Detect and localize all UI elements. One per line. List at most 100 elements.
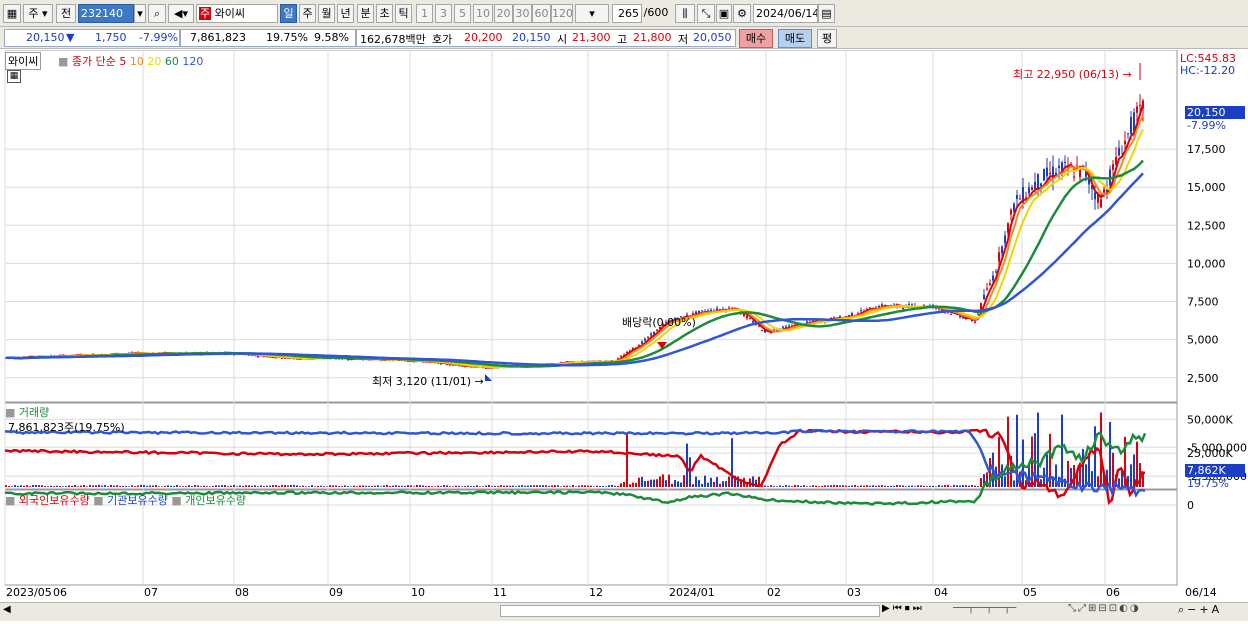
volume-bar (767, 486, 769, 487)
count-input[interactable]: 265 (612, 4, 642, 23)
interval-3[interactable]: 3 (435, 4, 452, 23)
volume-bar (953, 484, 955, 487)
interval-30[interactable]: 30 (513, 4, 532, 23)
volume-bar (779, 485, 781, 487)
bid: 20,200 (464, 31, 503, 44)
volume-bar (491, 486, 493, 487)
period-second[interactable]: 초 (376, 4, 393, 23)
volume-bar (830, 485, 832, 487)
panel-name[interactable]: 와이씨 (5, 52, 42, 70)
volume-bar (350, 486, 352, 487)
period-week[interactable]: 주 (299, 4, 316, 23)
playback-icons[interactable]: ▶⏮⏹⏭ (882, 603, 925, 614)
custom-interval-select[interactable]: ▾ (575, 4, 609, 23)
buy-button[interactable]: 매수 (739, 29, 773, 48)
table-icon[interactable]: ▦ (7, 70, 21, 83)
interval-120[interactable]: 120 (551, 4, 573, 23)
legend-square-icon: ■ (93, 494, 104, 507)
interval-20[interactable]: 20 (494, 4, 513, 23)
candle-body (989, 283, 991, 285)
date-input[interactable]: 2024/06/14 (753, 4, 818, 23)
volume-bar (179, 486, 181, 487)
candle-body (782, 326, 784, 328)
volume-bar (971, 485, 973, 487)
volume-bar (602, 486, 604, 487)
volume-bar (614, 485, 616, 487)
volume-bar (1130, 464, 1132, 487)
chevron-down-icon[interactable]: ▾ (134, 4, 146, 23)
volume-bar (530, 485, 532, 487)
volume-bar (713, 481, 715, 487)
turnover: 9.58% (314, 31, 349, 44)
volume-bar (929, 485, 931, 487)
volume-bar (788, 485, 790, 487)
volume-bar (728, 476, 730, 487)
scroll-thumb[interactable] (500, 605, 880, 617)
volume-bar (212, 485, 214, 487)
interval-60[interactable]: 60 (532, 4, 551, 23)
volume-bar (773, 486, 775, 487)
chart-area[interactable]: 2023/05 06 07 08 09 10 11 12 2024/01 02 03 04 05 06 06… (0, 49, 1248, 621)
gear-icon[interactable]: ⚙ (733, 4, 751, 23)
volume-bar (893, 485, 895, 487)
volume-bar (551, 485, 553, 487)
volume-bar (392, 485, 394, 487)
tool-icons[interactable]: ⤡⤢⊞⊟⊡◐◑ (1068, 603, 1141, 614)
holder-tick: 0 (1187, 499, 1194, 512)
calendar-icon[interactable]: ▤ (818, 4, 835, 23)
volume-bar (173, 486, 175, 487)
chart-svg[interactable]: 2023/05 06 07 08 09 10 11 12 2024/01 02 03 04 05 06 06… (0, 49, 1248, 621)
sell-button[interactable]: 매도 (778, 29, 812, 48)
volume-bar (794, 484, 796, 487)
stock-name-field[interactable]: 주 와이씨 (196, 4, 278, 23)
volume-bar (818, 486, 820, 487)
volume-bar (122, 485, 124, 487)
candle-body (644, 338, 646, 341)
x-label: 06 (1106, 586, 1120, 599)
zoom-icons[interactable]: ⌕−+A (1178, 603, 1222, 617)
candle-body (1073, 176, 1075, 178)
candle-body (974, 321, 976, 323)
interval-10[interactable]: 10 (473, 4, 493, 23)
market-select[interactable]: 주 ▾ (23, 4, 53, 23)
volume-bar (338, 486, 340, 487)
period-day[interactable]: 일 (280, 4, 297, 23)
bid-label: 호가 (432, 33, 453, 46)
volume-bar (353, 485, 355, 487)
volume-bar (62, 486, 64, 487)
volume-bar (833, 484, 835, 487)
volume-bar (110, 484, 112, 487)
save-icon[interactable]: ▣ (716, 4, 732, 23)
volume-bar (230, 485, 232, 487)
stock-code-input[interactable]: 232140 (78, 4, 134, 23)
period-minute[interactable]: 분 (357, 4, 374, 23)
even-button[interactable]: 평 (817, 29, 837, 48)
search-icon[interactable]: ⌕ (148, 4, 166, 23)
scroll-left-icon[interactable]: ◀ (3, 604, 11, 615)
volume-bar (77, 486, 79, 487)
layout-icon[interactable]: ▦ (3, 4, 21, 23)
crosshair-icon[interactable]: ⤡ (697, 4, 715, 23)
volume-bar (506, 485, 508, 487)
interval-1[interactable]: 1 (416, 4, 433, 23)
candle-body (641, 341, 643, 344)
volume-bar (335, 485, 337, 487)
volume-bar (20, 485, 22, 487)
period-tick[interactable]: 틱 (395, 4, 412, 23)
zoom-slider[interactable]: ╶──┬──┬──┬─ (950, 603, 1016, 614)
prefix-label[interactable]: 전 (56, 4, 76, 23)
period-month[interactable]: 월 (318, 4, 335, 23)
volume-bar (161, 486, 163, 487)
volume-bar (35, 484, 37, 487)
high-label: 고 (617, 33, 628, 46)
volume-bar (581, 485, 583, 487)
volume-bar (866, 485, 868, 487)
volume-bar (917, 485, 919, 487)
volume-bar (878, 485, 880, 487)
sound-icon[interactable]: ◀▾ (168, 4, 194, 23)
candle-icon[interactable]: ⫼ (675, 4, 695, 23)
interval-5[interactable]: 5 (454, 4, 471, 23)
candle-body (1004, 235, 1006, 243)
period-year[interactable]: 년 (337, 4, 354, 23)
price-tick: 17,500 (1187, 143, 1226, 156)
